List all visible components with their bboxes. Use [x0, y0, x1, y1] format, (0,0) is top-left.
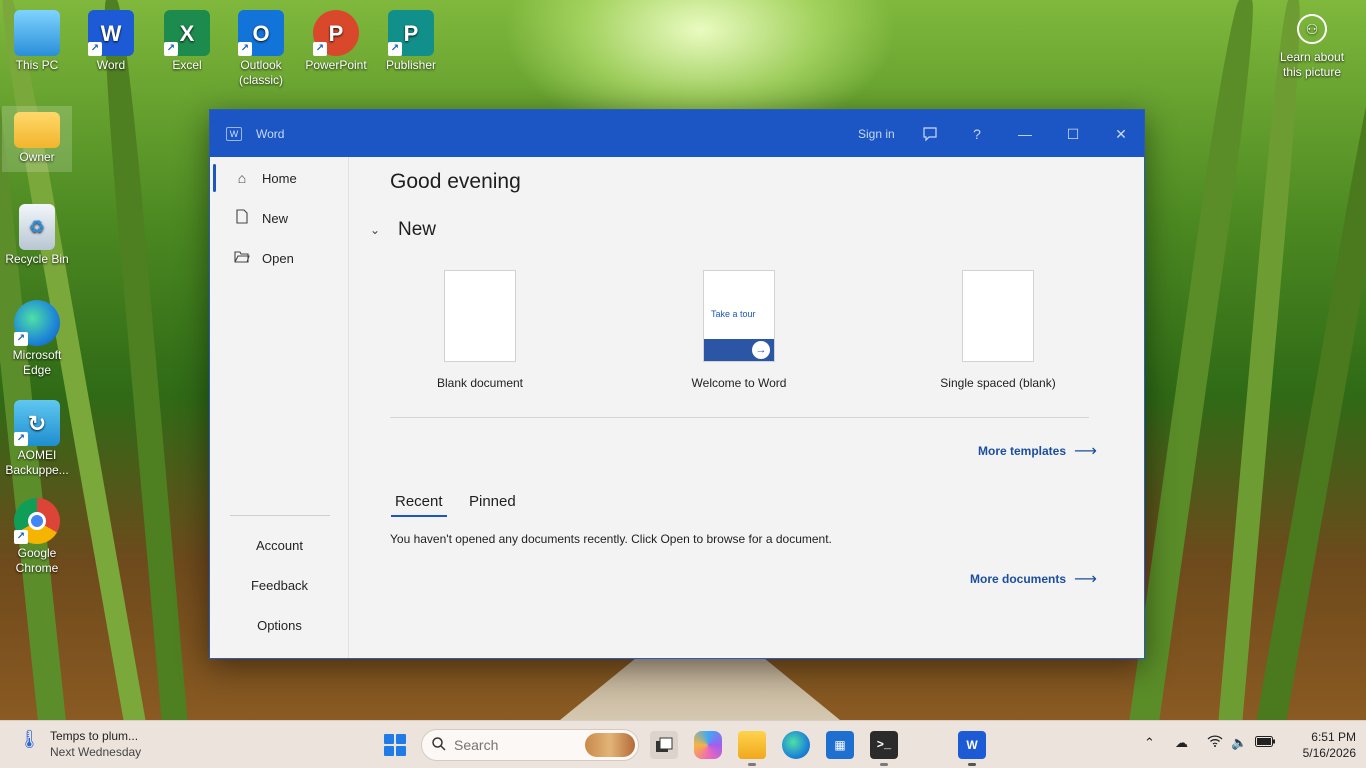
sign-in-link[interactable]: Sign in [858, 127, 895, 141]
shortcut-arrow-icon: ↗ [388, 42, 402, 56]
word-icon: W ↗ [88, 10, 134, 56]
arrow-right-icon: ⟶ [1074, 571, 1097, 588]
file-explorer-icon[interactable] [738, 731, 766, 766]
new-document-icon [233, 209, 251, 227]
chevron-down-icon: ⌄ [369, 223, 381, 237]
sidebar-item-home[interactable]: ⌂ Home [213, 160, 348, 196]
desktop-icon-excel[interactable]: X ↗ Excel [152, 10, 222, 73]
thermometer-icon: 🌡 [18, 729, 41, 749]
template-blank-document[interactable]: Blank document [390, 270, 570, 390]
wifi-icon[interactable] [1207, 735, 1223, 750]
search-input[interactable] [454, 737, 574, 753]
terminal-icon[interactable]: >_ [870, 731, 898, 766]
help-button[interactable]: ? [965, 122, 989, 146]
outlook-icon: O ↗ [238, 10, 284, 56]
shortcut-arrow-icon: ↗ [14, 530, 28, 544]
arrow-right-icon: → [752, 341, 770, 359]
close-button[interactable]: ✕ [1109, 122, 1133, 146]
shortcut-arrow-icon: ↗ [238, 42, 252, 56]
folder-open-icon [233, 250, 251, 266]
tab-pinned[interactable]: Pinned [469, 493, 516, 510]
title-bar: W Word Sign in ? — ☐ ✕ [210, 110, 1144, 157]
minimize-button[interactable]: — [1013, 122, 1037, 146]
maximize-button[interactable]: ☐ [1061, 122, 1085, 146]
main-content: Good evening ⌄ New Blank document Take a… [350, 157, 1145, 658]
sidebar-item-new[interactable]: New [213, 200, 348, 236]
window-title: Word [256, 127, 285, 141]
shortcut-arrow-icon: ↗ [313, 42, 327, 56]
template-single-spaced[interactable]: Single spaced (blank) [908, 270, 1088, 390]
desktop-icon-powerpoint[interactable]: P ↗ PowerPoint [301, 10, 371, 73]
battery-icon[interactable] [1255, 735, 1275, 750]
desktop-icon-recycle-bin[interactable]: ♻ Recycle Bin [2, 204, 72, 267]
page-title: Good evening [390, 170, 521, 193]
weather-widget[interactable]: 🌡 Temps to plum... Next Wednesday [18, 729, 141, 759]
desktop-icon-owner[interactable]: Owner [2, 106, 72, 172]
desktop-icon-publisher[interactable]: P ↗ Publisher [376, 10, 446, 73]
shortcut-arrow-icon: ↗ [88, 42, 102, 56]
computer-icon [14, 10, 60, 56]
microsoft-store-icon[interactable]: ▦ [826, 731, 854, 759]
volume-icon[interactable]: 🔈 [1231, 735, 1247, 751]
more-templates-link[interactable]: More templates ⟶ [978, 441, 1097, 461]
sidebar-divider [230, 515, 330, 516]
show-hidden-icons-chevron-up-icon[interactable]: ⌃ [1144, 735, 1155, 751]
template-welcome-to-word[interactable]: Take a tour → Welcome to Word [649, 270, 829, 390]
arrow-right-icon: ⟶ [1074, 443, 1097, 460]
clock[interactable]: 6:51 PM 5/16/2026 [1286, 729, 1356, 761]
edge-icon: ↗ [14, 300, 60, 346]
search-icon [432, 736, 446, 754]
desktop-icon-edge[interactable]: ↗ Microsoft Edge [2, 300, 72, 378]
excel-icon: X ↗ [164, 10, 210, 56]
start-button[interactable] [384, 734, 406, 756]
sidebar-item-open[interactable]: Open [213, 240, 348, 276]
search-highlight-image [585, 733, 635, 757]
desktop-icon-aomei[interactable]: ↻ ↗ AOMEI Backuppe... [2, 400, 72, 478]
template-thumbnail: Take a tour → [703, 270, 775, 362]
taskbar-search[interactable] [421, 729, 639, 761]
new-section-header[interactable]: ⌄ New [366, 219, 436, 241]
desktop-icon-chrome[interactable]: ↗ Google Chrome [2, 498, 72, 576]
tab-recent[interactable]: Recent [391, 493, 447, 517]
onedrive-offline-icon[interactable]: ☁ [1175, 735, 1188, 751]
desktop-icon-outlook[interactable]: O ↗ Outlook (classic) [226, 10, 296, 88]
taskbar: 🌡 Temps to plum... Next Wednesday ▦ >_ W… [0, 720, 1366, 768]
shortcut-arrow-icon: ↗ [164, 42, 178, 56]
section-divider [390, 417, 1089, 418]
feedback-link[interactable]: Feedback [210, 578, 349, 593]
copilot-icon[interactable] [694, 731, 722, 759]
shortcut-arrow-icon: ↗ [14, 332, 28, 346]
account-link[interactable]: Account [210, 538, 349, 553]
recent-empty-message: You haven't opened any documents recentl… [390, 532, 832, 546]
desktop-icon-this-pc[interactable]: This PC [2, 10, 72, 73]
shortcut-arrow-icon: ↗ [14, 432, 28, 446]
chrome-icon: ↗ [14, 498, 60, 544]
home-icon: ⌂ [237, 170, 247, 186]
learn-picture-icon: ⚇ [1297, 14, 1327, 44]
word-window: W Word Sign in ? — ☐ ✕ ⌂ Home New Open A… [209, 109, 1145, 659]
learn-about-picture[interactable]: ⚇ Learn about this picture [1276, 12, 1348, 80]
sidebar: ⌂ Home New Open Account Feedback Options [210, 157, 349, 658]
desktop-icon-word[interactable]: W ↗ Word [76, 10, 146, 73]
edge-taskbar-icon[interactable] [782, 731, 810, 759]
recycle-bin-icon: ♻ [19, 204, 55, 250]
powerpoint-icon: P ↗ [313, 10, 359, 56]
word-taskbar-icon[interactable]: W [958, 731, 986, 766]
more-documents-link[interactable]: More documents ⟶ [970, 569, 1097, 589]
folder-icon [14, 112, 60, 148]
word-app-icon: W [226, 127, 242, 141]
template-thumbnail [962, 270, 1034, 362]
task-view-button[interactable] [650, 731, 678, 759]
aomei-icon: ↻ ↗ [14, 400, 60, 446]
publisher-icon: P ↗ [388, 10, 434, 56]
feedback-icon[interactable] [918, 122, 942, 146]
options-link[interactable]: Options [210, 618, 349, 633]
template-thumbnail [444, 270, 516, 362]
